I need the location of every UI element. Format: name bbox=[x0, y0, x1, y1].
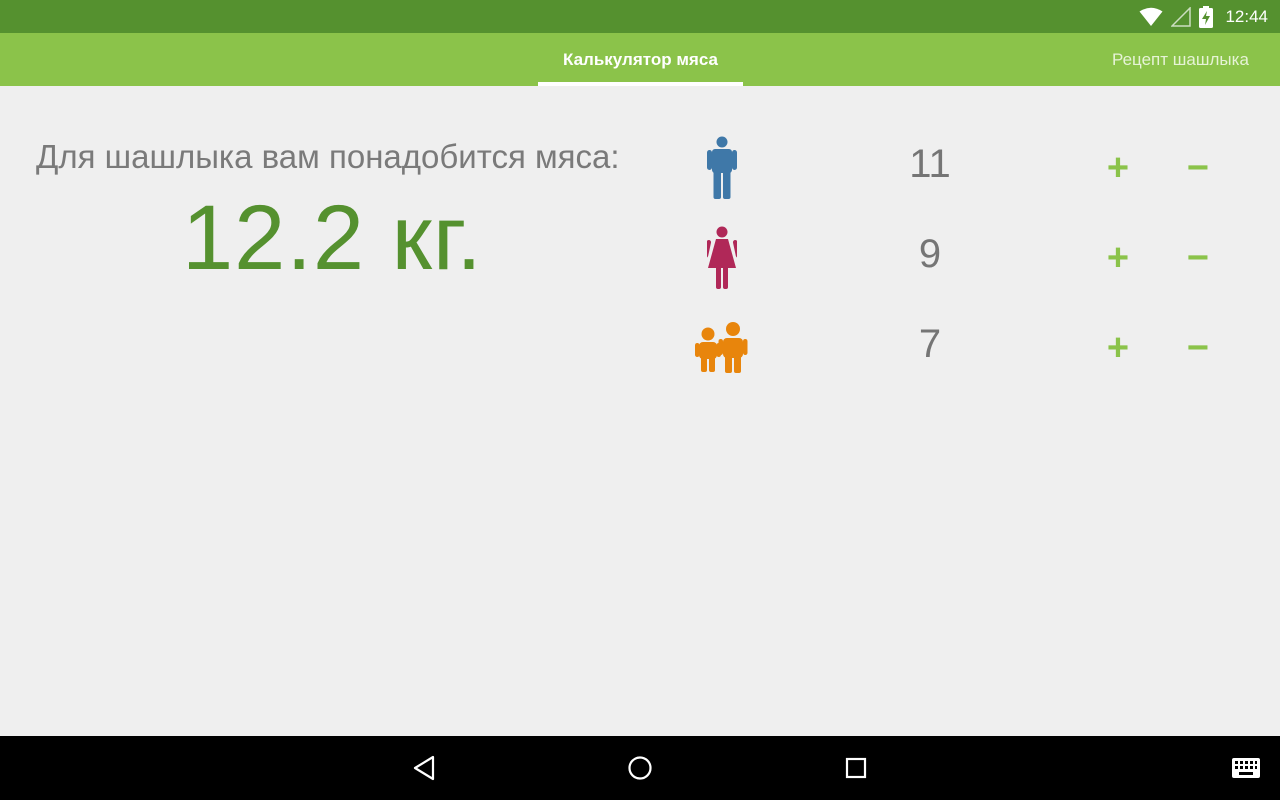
children-icon bbox=[690, 312, 754, 384]
women-row: 9 + − bbox=[690, 218, 1250, 298]
recent-apps-icon[interactable] bbox=[836, 748, 876, 788]
children-minus-button[interactable]: − bbox=[1168, 322, 1228, 374]
men-plus-button[interactable]: + bbox=[1088, 142, 1148, 194]
tab-bar: Калькулятор мяса Рецепт шашлыка bbox=[0, 33, 1280, 86]
children-row: 7 + − bbox=[690, 308, 1250, 388]
men-minus-button[interactable]: − bbox=[1168, 142, 1228, 194]
children-count: 7 bbox=[918, 322, 942, 366]
main-content: Для шашлыка вам понадобится мяса: 12.2 к… bbox=[0, 86, 1280, 736]
tab-label: Калькулятор мяса bbox=[563, 49, 718, 69]
tab-label: Рецепт шашлыка bbox=[1112, 49, 1249, 69]
battery-icon bbox=[1199, 5, 1214, 28]
tab-meat-calculator[interactable]: Калькулятор мяса bbox=[538, 33, 743, 86]
tab-shashlik-recipe[interactable]: Рецепт шашлыка bbox=[1112, 33, 1280, 86]
meat-needed-label: Для шашлыка вам понадобится мяса: bbox=[36, 138, 620, 175]
man-icon bbox=[690, 132, 754, 204]
status-clock: 12:44 bbox=[1225, 6, 1268, 26]
wifi-icon bbox=[1139, 7, 1163, 27]
women-plus-button[interactable]: + bbox=[1088, 232, 1148, 284]
navigation-bar bbox=[0, 736, 1280, 800]
children-plus-button[interactable]: + bbox=[1088, 322, 1148, 374]
signal-icon bbox=[1171, 6, 1192, 27]
woman-icon bbox=[690, 222, 754, 294]
status-bar: 12:44 bbox=[0, 0, 1280, 33]
men-count: 11 bbox=[909, 142, 951, 186]
men-row: 11 + − bbox=[690, 128, 1250, 208]
home-icon[interactable] bbox=[620, 748, 660, 788]
back-icon[interactable] bbox=[404, 748, 444, 788]
status-icons: 12:44 bbox=[1139, 0, 1268, 33]
keyboard-icon[interactable] bbox=[1226, 748, 1266, 788]
women-minus-button[interactable]: − bbox=[1168, 232, 1228, 284]
women-count: 9 bbox=[918, 232, 942, 276]
meat-result: 12.2 кг. bbox=[182, 187, 483, 289]
